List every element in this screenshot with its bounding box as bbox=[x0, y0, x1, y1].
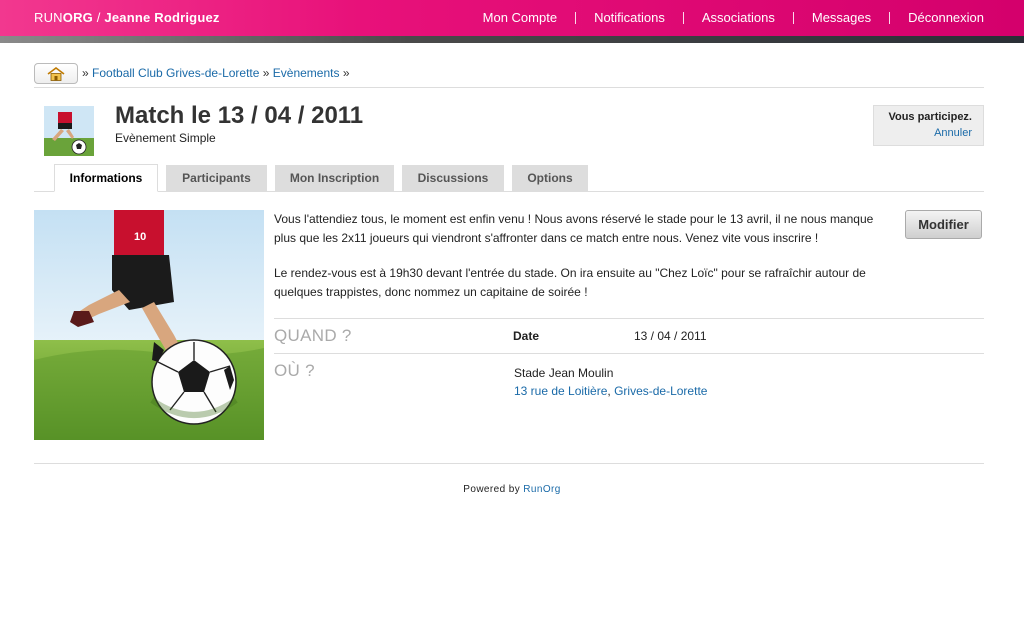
breadcrumb-trail: » Football Club Grives-de-Lorette » Evèn… bbox=[82, 66, 350, 80]
where-heading: OÙ ? bbox=[274, 361, 315, 380]
top-bar-strip bbox=[0, 36, 1024, 43]
breadcrumb-club-link[interactable]: Football Club Grives-de-Lorette bbox=[92, 66, 259, 80]
nav-divider bbox=[889, 11, 891, 24]
brand-prefix: RUN bbox=[34, 10, 63, 25]
date-value: 13 / 04 / 2011 bbox=[634, 329, 707, 343]
brand-bold: ORG bbox=[62, 10, 93, 25]
brand-separator: / bbox=[92, 10, 105, 25]
nav-divider bbox=[575, 11, 577, 24]
footer: Powered by RunOrg bbox=[0, 484, 1024, 495]
nav-mon-compte[interactable]: Mon Compte bbox=[465, 10, 575, 25]
breadcrumb-separator: » bbox=[339, 66, 350, 80]
participation-status: Vous participez. bbox=[888, 111, 972, 123]
modify-button[interactable]: Modifier bbox=[905, 210, 982, 239]
brand-logo[interactable]: RUNORG / Jeanne Rodriguez bbox=[34, 10, 220, 25]
footer-divider bbox=[34, 463, 984, 464]
date-label: Date bbox=[513, 329, 540, 343]
nav-divider bbox=[792, 11, 794, 24]
breadcrumb-events-link[interactable]: Evènements bbox=[273, 66, 340, 80]
event-thumbnail bbox=[44, 106, 94, 156]
breadcrumb: » Football Club Grives-de-Lorette » Evèn… bbox=[34, 63, 984, 88]
tab-participants[interactable]: Participants bbox=[166, 165, 267, 191]
when-heading: QUAND ? bbox=[274, 326, 352, 345]
tab-bar: Informations Participants Mon Inscriptio… bbox=[34, 164, 984, 192]
street-link[interactable]: 13 rue de Loitière bbox=[514, 384, 607, 398]
user-name: Jeanne Rodriguez bbox=[104, 10, 220, 25]
nav-associations[interactable]: Associations bbox=[684, 10, 793, 25]
tab-options[interactable]: Options bbox=[512, 165, 588, 191]
breadcrumb-separator: » bbox=[259, 66, 273, 80]
footer-text: Powered by bbox=[463, 484, 524, 495]
cancel-participation-link[interactable]: Annuler bbox=[885, 127, 972, 139]
location-details: Stade Jean Moulin 13 rue de Loitière, Gr… bbox=[514, 364, 707, 400]
event-description: Vous l'attendiez tous, le moment est enf… bbox=[274, 210, 894, 302]
home-button[interactable] bbox=[34, 63, 78, 84]
event-type: Evènement Simple bbox=[115, 131, 216, 145]
description-paragraph-2: Le rendez-vous est à 19h30 devant l'entr… bbox=[274, 266, 866, 299]
home-icon bbox=[47, 66, 65, 81]
tab-mon-inscription[interactable]: Mon Inscription bbox=[275, 165, 394, 191]
address-line: 13 rue de Loitière, Grives-de-Lorette bbox=[514, 382, 707, 400]
description-paragraph-1: Vous l'attendiez tous, le moment est enf… bbox=[274, 212, 874, 245]
svg-text:10: 10 bbox=[134, 231, 146, 243]
top-nav: Mon Compte Notifications Associations Me… bbox=[465, 10, 984, 25]
venue-name: Stade Jean Moulin bbox=[514, 366, 614, 380]
event-title: Match le 13 / 04 / 2011 bbox=[115, 102, 364, 129]
nav-messages[interactable]: Messages bbox=[794, 10, 889, 25]
event-photo: 10 bbox=[34, 210, 264, 440]
runorg-link[interactable]: RunOrg bbox=[523, 484, 560, 495]
nav-notifications[interactable]: Notifications bbox=[576, 10, 683, 25]
city-link[interactable]: Grives-de-Lorette bbox=[614, 384, 707, 398]
breadcrumb-separator: » bbox=[82, 66, 93, 80]
nav-deconnexion[interactable]: Déconnexion bbox=[890, 10, 984, 25]
where-section: OÙ ? Stade Jean Moulin 13 rue de Loitièr… bbox=[274, 353, 984, 413]
when-section: QUAND ? Date 13 / 04 / 2011 bbox=[274, 318, 984, 353]
tab-discussions[interactable]: Discussions bbox=[402, 165, 504, 191]
tab-informations[interactable]: Informations bbox=[54, 164, 158, 192]
top-bar: RUNORG / Jeanne Rodriguez Mon Compte Not… bbox=[0, 0, 1024, 36]
nav-divider bbox=[682, 11, 684, 24]
participation-box: Vous participez. Annuler bbox=[873, 105, 984, 146]
